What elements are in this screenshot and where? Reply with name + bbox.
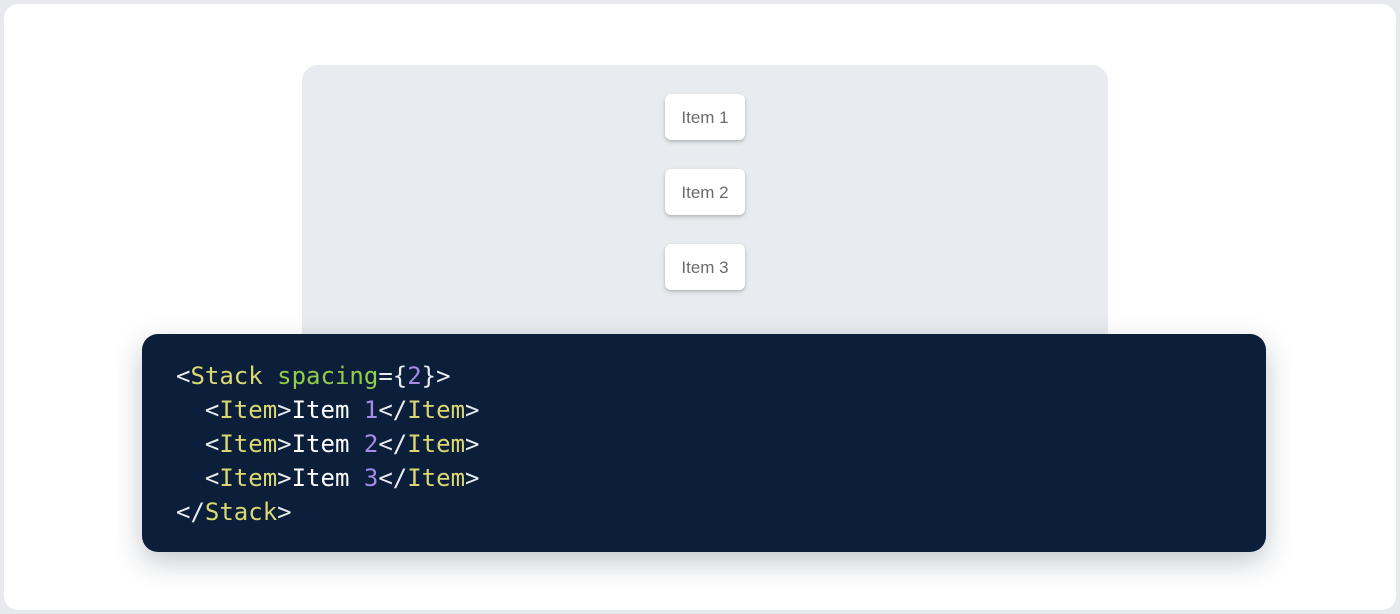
code-line: <Item>Item 3</Item> (176, 464, 479, 492)
stack-item: Item 3 (665, 244, 745, 290)
page-background: Item 1Item 2Item 3 <Stack spacing={2}> <… (4, 4, 1396, 610)
code-token-punct: </ (378, 464, 407, 492)
code-token-plain (176, 430, 205, 458)
code-token-punct: < (205, 464, 219, 492)
code-token-plain: Item (292, 464, 364, 492)
code-token-punct: </ (378, 396, 407, 424)
code-token-punct: > (277, 464, 291, 492)
code-token-punct: > (465, 396, 479, 424)
code-line: <Item>Item 1</Item> (176, 396, 479, 424)
code-token-tag: Item (219, 396, 277, 424)
code-token-punct: > (277, 396, 291, 424)
code-line: </Stack> (176, 498, 292, 526)
code-token-tag: Item (407, 396, 465, 424)
code-token-punct: > (465, 430, 479, 458)
code-token-plain (176, 464, 205, 492)
code-token-tag: Item (219, 464, 277, 492)
code-snippet: <Stack spacing={2}> <Item>Item 1</Item> … (142, 334, 1266, 554)
code-token-number: 3 (364, 464, 378, 492)
code-token-tag: Stack (205, 498, 277, 526)
code-line: <Stack spacing={2}> (176, 362, 451, 390)
code-token-punct: < (205, 396, 219, 424)
code-token-plain: Item (292, 430, 364, 458)
code-token-punct: </ (378, 430, 407, 458)
code-token-punct: = (378, 362, 392, 390)
demo-preview-panel: Item 1 Item 2 Item 3 (302, 65, 1108, 349)
code-block: <Stack spacing={2}> <Item>Item 1</Item> … (142, 334, 1266, 552)
stack-item: Item 1 (665, 94, 745, 140)
code-token-tag: Item (407, 464, 465, 492)
code-token-number: 1 (364, 396, 378, 424)
code-token-punct: { (393, 362, 407, 390)
code-token-tag: Stack (190, 362, 262, 390)
code-token-punct: > (277, 498, 291, 526)
code-token-punct: > (436, 362, 450, 390)
code-token-number: 2 (407, 362, 421, 390)
code-token-plain: Item (292, 396, 364, 424)
code-token-number: 2 (364, 430, 378, 458)
code-token-plain (176, 396, 205, 424)
code-token-plain (263, 362, 277, 390)
code-token-punct: > (465, 464, 479, 492)
code-line: <Item>Item 2</Item> (176, 430, 479, 458)
code-token-tag: Item (407, 430, 465, 458)
code-token-punct: > (277, 430, 291, 458)
code-token-attr: spacing (277, 362, 378, 390)
code-token-punct: } (422, 362, 436, 390)
code-token-punct: </ (176, 498, 205, 526)
code-token-tag: Item (219, 430, 277, 458)
stack-item: Item 2 (665, 169, 745, 215)
code-token-punct: < (176, 362, 190, 390)
code-token-punct: < (205, 430, 219, 458)
